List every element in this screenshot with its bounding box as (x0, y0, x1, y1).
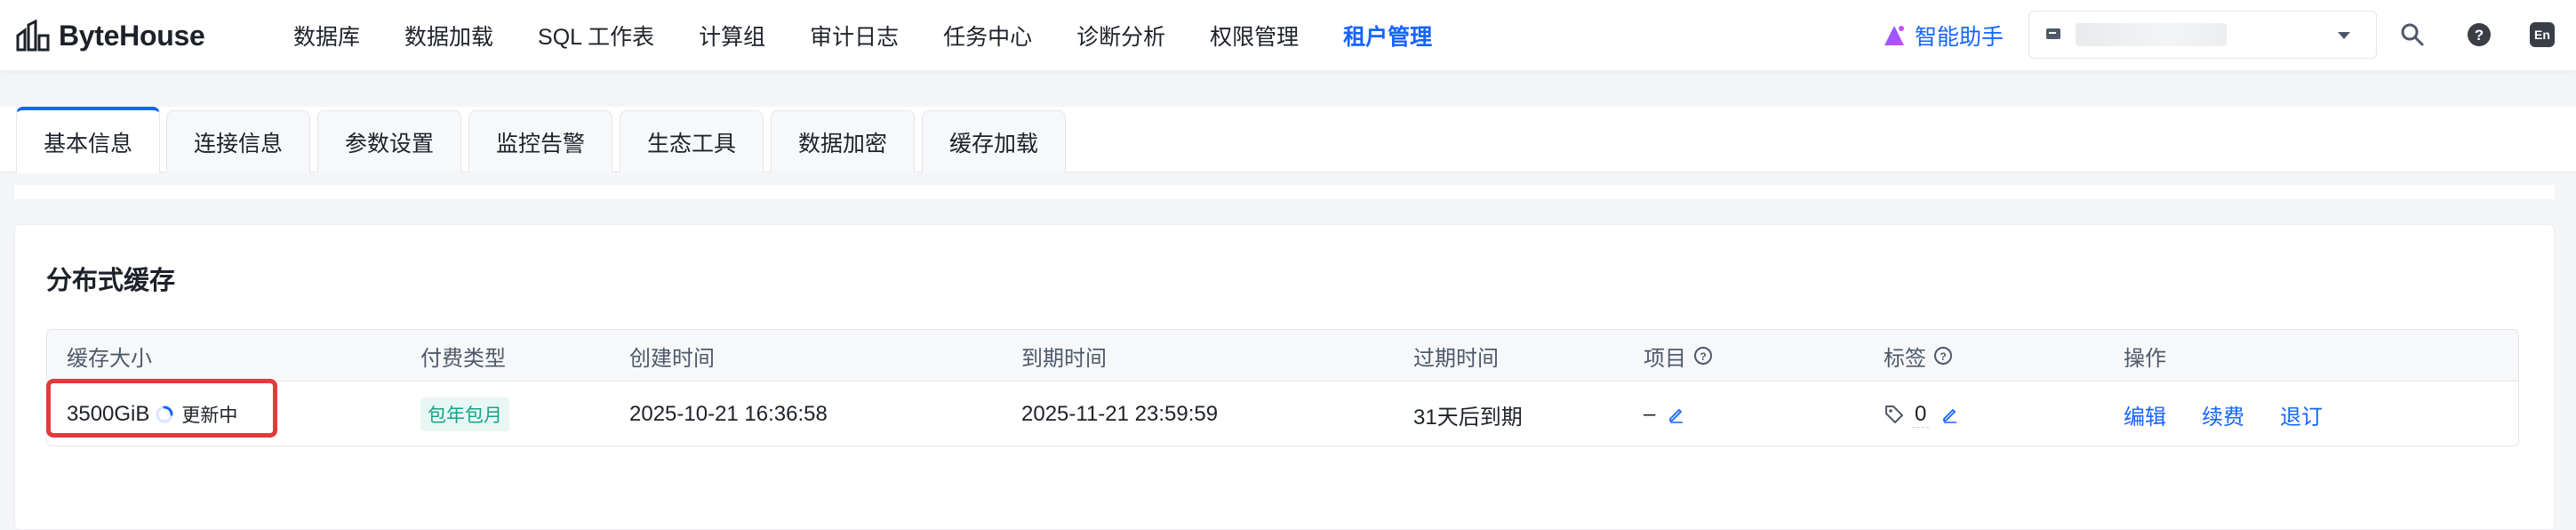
section-title: 分布式缓存 (46, 267, 176, 295)
header-expires: 到期时间 (1021, 346, 1107, 371)
nav-item-6[interactable]: 诊断分析 (1076, 20, 1165, 52)
tag-count[interactable]: 0 (1912, 402, 1930, 428)
header-expiry-status: 过期时间 (1413, 346, 1499, 371)
chevron-down-icon (2338, 32, 2350, 39)
svg-text:?: ? (2475, 27, 2484, 44)
nav-item-8[interactable]: 租户管理 (1343, 20, 1432, 52)
assistant-sparkle-icon (1884, 26, 1904, 45)
cell-actions: 编辑 续费 退订 (2124, 381, 2358, 446)
logo[interactable]: ByteHouse (14, 16, 205, 55)
header-size: 缓存大小 (67, 346, 152, 371)
edit-link[interactable]: 编辑 (2124, 399, 2166, 430)
header-created: 创建时间 (629, 346, 715, 371)
nav-item-0[interactable]: 数据库 (293, 20, 360, 52)
nav-item-2[interactable]: SQL 工作表 (538, 20, 654, 52)
tab-0[interactable]: 基本信息 (16, 107, 161, 173)
help-icon: ? (2468, 23, 2491, 46)
pencil-icon[interactable] (1668, 406, 1685, 423)
logo-text: ByteHouse (59, 19, 205, 52)
top-navigation-bar: ByteHouse 数据库 数据加载 SQL 工作表 计算组 审计日志 任务中心 诊断分析 权… (0, 0, 2576, 71)
tab-6[interactable]: 缓存加载 (922, 110, 1067, 173)
cache-table: 缓存大小 付费类型 创建时间 到期时间 过期时间 项目 ? 标签 ? 操作 35… (46, 329, 2519, 446)
tab-3[interactable]: 监控告警 (468, 110, 613, 173)
nav-item-1[interactable]: 数据加载 (404, 20, 493, 52)
highlight-box (46, 379, 277, 438)
cell-project: – (1644, 381, 1685, 446)
workspace-select[interactable] (2028, 11, 2377, 59)
project-value: – (1644, 402, 1656, 426)
svg-text:?: ? (1940, 350, 1946, 363)
workspace-name-redacted (2076, 23, 2227, 46)
pencil-icon[interactable] (1941, 406, 1959, 423)
help-icon[interactable]: ? (1693, 346, 1713, 365)
cell-expires: 2025-11-21 23:59:59 (1021, 402, 1219, 426)
billing-type-badge: 包年包月 (420, 398, 509, 431)
tab-1[interactable]: 连接信息 (166, 110, 311, 173)
workspace-icon (2046, 28, 2060, 39)
help-icon[interactable]: ? (1933, 346, 1953, 365)
cell-created: 2025-10-21 16:36:58 (629, 402, 828, 426)
tab-4[interactable]: 生态工具 (620, 110, 764, 173)
help-button[interactable]: ? (2464, 20, 2494, 50)
detail-tabs: 基本信息 连接信息 参数设置 监控告警 生态工具 数据加密 缓存加载 (0, 107, 2576, 173)
unsubscribe-link[interactable]: 退订 (2280, 399, 2323, 430)
header-tags: 标签 ? (1884, 330, 1953, 381)
nav-item-5[interactable]: 任务中心 (943, 20, 1032, 52)
main-nav: 数据库 数据加载 SQL 工作表 计算组 审计日志 任务中心 诊断分析 权限管理 租户管理 (293, 0, 1476, 71)
cell-expiry-status: 31天后到期 (1413, 405, 1523, 430)
header-project-label: 项目 (1644, 346, 1686, 371)
search-button[interactable] (2397, 20, 2428, 50)
header-billing: 付费类型 (420, 346, 506, 371)
language-badge: En (2530, 22, 2555, 47)
header-tags-label: 标签 (1884, 346, 1926, 371)
header-actions: 操作 (2124, 346, 2166, 371)
assistant-label: 智能助手 (1915, 25, 2004, 50)
tab-2[interactable]: 参数设置 (317, 110, 462, 173)
nav-item-3[interactable]: 计算组 (699, 20, 765, 52)
bytehouse-logo-icon (16, 19, 50, 52)
tab-5[interactable]: 数据加密 (771, 110, 916, 173)
cell-billing: 包年包月 (420, 381, 509, 446)
assistant-button[interactable]: 智能助手 (1883, 18, 2004, 53)
table-header: 缓存大小 付费类型 创建时间 到期时间 过期时间 项目 ? 标签 ? 操作 (47, 330, 2518, 381)
tag-icon (1885, 406, 1903, 423)
nav-item-4[interactable]: 审计日志 (810, 20, 899, 52)
cell-tags: 0 (1884, 381, 1959, 446)
header-project: 项目 ? (1644, 330, 1713, 381)
search-icon (2401, 23, 2424, 46)
nav-item-7[interactable]: 权限管理 (1210, 20, 1299, 52)
language-switch[interactable]: En (2527, 20, 2557, 50)
svg-text:?: ? (1700, 350, 1706, 363)
renew-link[interactable]: 续费 (2202, 399, 2244, 430)
section-divider (14, 185, 2555, 199)
